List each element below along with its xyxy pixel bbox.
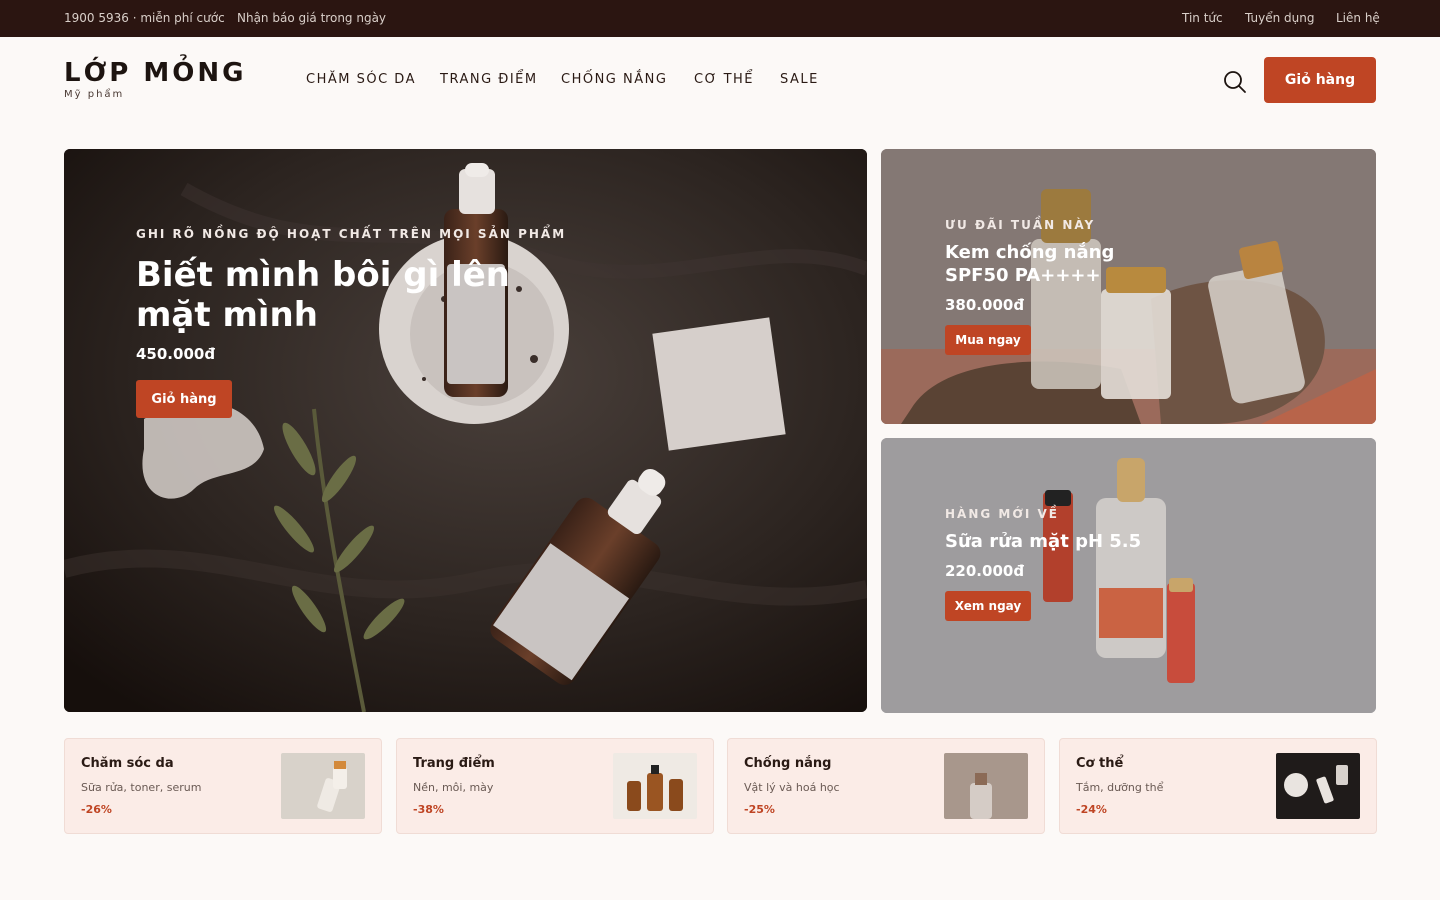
category-desc: Sữa rửa, toner, serum <box>81 781 202 794</box>
category-discount: -26% <box>81 803 112 816</box>
topbar-link-contact[interactable]: Liên hệ <box>1336 11 1380 25</box>
category-discount: -24% <box>1076 803 1107 816</box>
category-desc: Vật lý và hoá học <box>744 781 840 794</box>
promo1-buy-button[interactable]: Mua ngay <box>945 325 1031 355</box>
hero-banner: GHI RÕ NỒNG ĐỘ HOẠT CHẤT TRÊN MỌI SẢN PH… <box>64 149 867 712</box>
cart-button[interactable]: Giỏ hàng <box>1264 57 1376 103</box>
category-card-sunscreen[interactable]: Chống nắng Vật lý và hoá học -25% <box>727 738 1045 834</box>
top-bar: 1900 5936 · miễn phí cước Nhận báo giá t… <box>0 0 1440 37</box>
category-thumbnail <box>281 753 365 819</box>
category-card-skincare[interactable]: Chăm sóc da Sữa rửa, toner, serum -26% <box>64 738 382 834</box>
promo1-title: Kem chống nắng SPF50 PA++++ <box>945 241 1114 287</box>
promo1-title-line1: Kem chống nắng <box>945 242 1115 263</box>
promo2-eyebrow: HÀNG MỚI VỀ <box>945 507 1059 521</box>
logo-name: LỚP MỎNG <box>64 58 247 88</box>
topbar-link-careers[interactable]: Tuyển dụng <box>1245 11 1314 25</box>
hero-headline: Biết mình bôi gì lên mặt mình <box>136 255 510 335</box>
promo1-price: 380.000đ <box>945 296 1025 314</box>
logo[interactable]: LỚP MỎNG Mỹ phẩm <box>64 58 246 100</box>
category-discount: -25% <box>744 803 775 816</box>
promo2-price: 220.000đ <box>945 562 1025 580</box>
hero-eyebrow: GHI RÕ NỒNG ĐỘ HOẠT CHẤT TRÊN MỌI SẢN PH… <box>136 227 567 241</box>
category-desc: Nền, môi, mày <box>413 781 494 794</box>
promo1-title-line2: SPF50 PA++++ <box>945 265 1101 286</box>
promo-text: Nhận báo giá trong ngày <box>237 11 387 25</box>
logo-subtitle: Mỹ phẩm <box>64 89 125 100</box>
nav-item-sale[interactable]: SALE <box>780 72 819 87</box>
nav-item-makeup[interactable]: TRANG ĐIỂM <box>440 72 538 87</box>
category-title: Chăm sóc da <box>81 756 174 771</box>
category-thumbnail <box>1276 753 1360 819</box>
category-thumbnail <box>944 753 1028 819</box>
nav-item-body[interactable]: CƠ THỂ <box>694 72 754 87</box>
hero-headline-line2: mặt mình <box>136 295 318 335</box>
category-desc: Tắm, dưỡng thể <box>1076 781 1164 794</box>
promo2-view-button[interactable]: Xem ngay <box>945 591 1031 621</box>
hero-headline-line1: Biết mình bôi gì lên <box>136 255 510 295</box>
nav-item-skincare[interactable]: CHĂM SÓC DA <box>306 72 416 87</box>
category-title: Trang điểm <box>413 756 495 771</box>
search-icon[interactable] <box>1223 70 1247 94</box>
topbar-link-news[interactable]: Tin tức <box>1182 11 1223 25</box>
nav-item-sunscreen[interactable]: CHỐNG NẮNG <box>561 72 667 87</box>
promo-card-cleanser[interactable]: HÀNG MỚI VỀ Sữa rửa mặt pH 5.5 220.000đ … <box>881 438 1376 713</box>
hero-price: 450.000đ <box>136 345 216 363</box>
category-title: Chống nắng <box>744 756 832 771</box>
hotline-text: 1900 5936 · miễn phí cước <box>64 11 225 25</box>
category-discount: -38% <box>413 803 444 816</box>
promo-card-sunscreen[interactable]: ƯU ĐÃI TUẦN NÀY Kem chống nắng SPF50 PA+… <box>881 149 1376 424</box>
category-thumbnail <box>613 753 697 819</box>
category-card-makeup[interactable]: Trang điểm Nền, môi, mày -38% <box>396 738 714 834</box>
promo1-eyebrow: ƯU ĐÃI TUẦN NÀY <box>945 218 1096 232</box>
promo2-title: Sữa rửa mặt pH 5.5 <box>945 531 1142 552</box>
category-card-body[interactable]: Cơ thể Tắm, dưỡng thể -24% <box>1059 738 1377 834</box>
category-title: Cơ thể <box>1076 756 1124 771</box>
hero-cart-button[interactable]: Giỏ hàng <box>136 380 232 418</box>
